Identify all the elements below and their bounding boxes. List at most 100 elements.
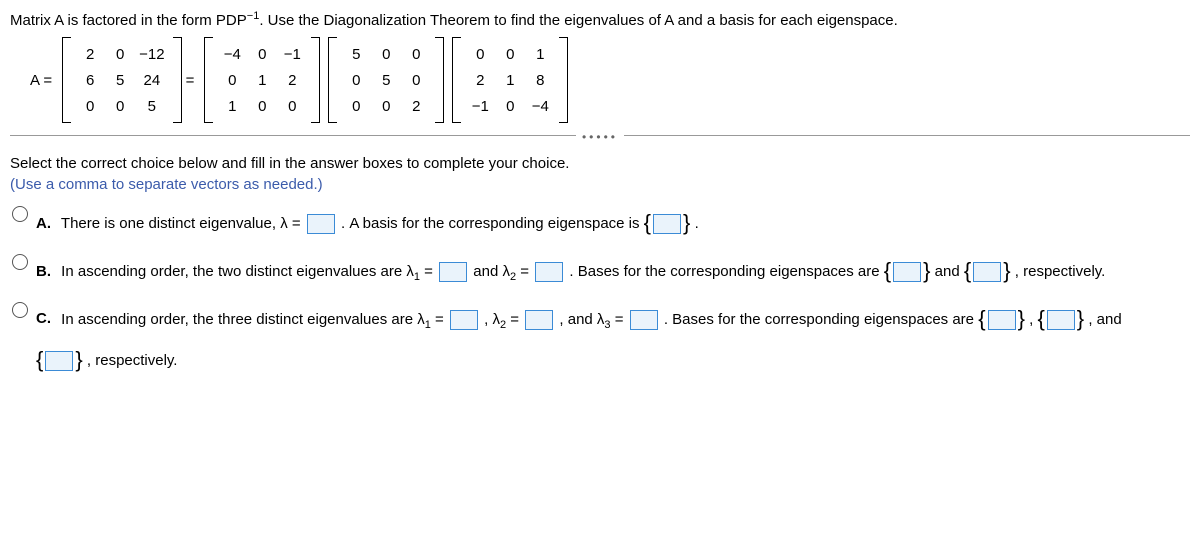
brace-open: { [884,258,891,283]
basis1-input[interactable] [988,310,1016,330]
choice-text: . Bases for the corresponding eigenspace… [569,263,879,280]
brace-close: } [75,347,82,372]
choice-text: = [516,263,529,280]
matrix-P: −40−1 012 100 [204,37,320,123]
basis2-input[interactable] [1047,310,1075,330]
cell: 2 [401,93,431,119]
cell: 2 [277,67,307,93]
cell: 0 [75,93,105,119]
exponent: −1 [247,10,260,22]
matrix-D: 500 050 002 [328,37,444,123]
basis3-input[interactable] [45,351,73,371]
cell: 24 [135,67,168,93]
choice-text: In ascending order, the three distinct e… [61,310,425,327]
basis-input[interactable] [653,214,681,234]
choice-letter: A. [36,215,51,232]
brace-close: } [1018,306,1025,331]
matrix-equation: A = 20−12 6524 005 = −40−1 012 100 500 0… [30,37,1190,123]
lambda2-input[interactable] [525,310,553,330]
radio-C[interactable] [12,302,28,318]
cell: 0 [341,67,371,93]
choice-text: and λ [473,263,510,280]
cell: 0 [401,67,431,93]
cell: 0 [247,41,277,67]
choice-text: . [695,215,699,232]
divider-dots: ••••• [10,128,1190,145]
choice-A: A. There is one distinct eigenvalue, λ =… [10,203,1190,245]
choice-text: . A basis for the corresponding eigenspa… [341,215,640,232]
cell: 1 [217,93,247,119]
cell: 5 [341,41,371,67]
hint-text: (Use a comma to separate vectors as need… [10,176,1190,193]
lambda1-input[interactable] [450,310,478,330]
cell: −12 [135,41,168,67]
cell: 0 [277,93,307,119]
choice-text: and [935,263,960,280]
cell: 2 [465,67,495,93]
problem-statement: Matrix A is factored in the form PDP−1. … [10,10,1190,29]
cell: 0 [401,41,431,67]
cell: 2 [75,41,105,67]
cell: −4 [217,41,247,67]
cell: 0 [105,41,135,67]
cell: 5 [371,67,401,93]
choice-text: , respectively. [87,352,178,369]
cell: 5 [135,93,168,119]
cell: 0 [465,41,495,67]
matrix-Pinv: 001 218 −10−4 [452,37,568,123]
cell: 1 [525,41,555,67]
select-prompt: Select the correct choice below and fill… [10,155,1190,172]
choice-letter: B. [36,263,51,280]
cell: 0 [217,67,247,93]
cell: −1 [277,41,307,67]
basis2-input[interactable] [973,262,1001,282]
brace-open: { [964,258,971,283]
brace-close: } [683,210,690,235]
brace-open: { [36,347,43,372]
eigenvalue-input[interactable] [307,214,335,234]
intro-text: Matrix A is factored in the form PDP [10,12,247,29]
lambda2-input[interactable] [535,262,563,282]
choice-C: C. In ascending order, the three distinc… [10,299,1190,383]
brace-open: { [644,210,651,235]
cell: −4 [525,93,555,119]
matrix-A: 20−12 6524 005 [62,37,181,123]
choice-text: , [1029,310,1033,327]
choice-text: . Bases for the corresponding eigenspace… [664,310,974,327]
choice-text: = [431,310,444,327]
cell: −1 [465,93,495,119]
brace-close: } [923,258,930,283]
brace-close: } [1003,258,1010,283]
radio-B[interactable] [12,254,28,270]
brace-close: } [1077,306,1084,331]
choice-text: = [420,263,433,280]
cell: 8 [525,67,555,93]
cell: 0 [371,93,401,119]
basis1-input[interactable] [893,262,921,282]
cell: 0 [371,41,401,67]
cell: 0 [105,93,135,119]
choice-letter: C. [36,310,51,327]
answer-choices: A. There is one distinct eigenvalue, λ =… [10,203,1190,382]
equals-sign: = [186,72,195,89]
choice-text: = [506,310,519,327]
lambda3-input[interactable] [630,310,658,330]
choice-text: There is one distinct eigenvalue, λ = [61,215,301,232]
choice-text: In ascending order, the two distinct eig… [61,263,414,280]
cell: 0 [495,41,525,67]
choice-text: = [611,310,624,327]
cell: 6 [75,67,105,93]
cell: 5 [105,67,135,93]
cell: 1 [247,67,277,93]
choice-B: B. In ascending order, the two distinct … [10,251,1190,293]
lambda1-input[interactable] [439,262,467,282]
choice-text: , and [1088,310,1121,327]
cell: 0 [495,93,525,119]
lhs-label: A = [30,72,52,89]
choice-text: , respectively. [1015,263,1106,280]
cell: 0 [341,93,371,119]
brace-open: { [1037,306,1044,331]
radio-A[interactable] [12,206,28,222]
brace-open: { [978,306,985,331]
cell: 0 [247,93,277,119]
